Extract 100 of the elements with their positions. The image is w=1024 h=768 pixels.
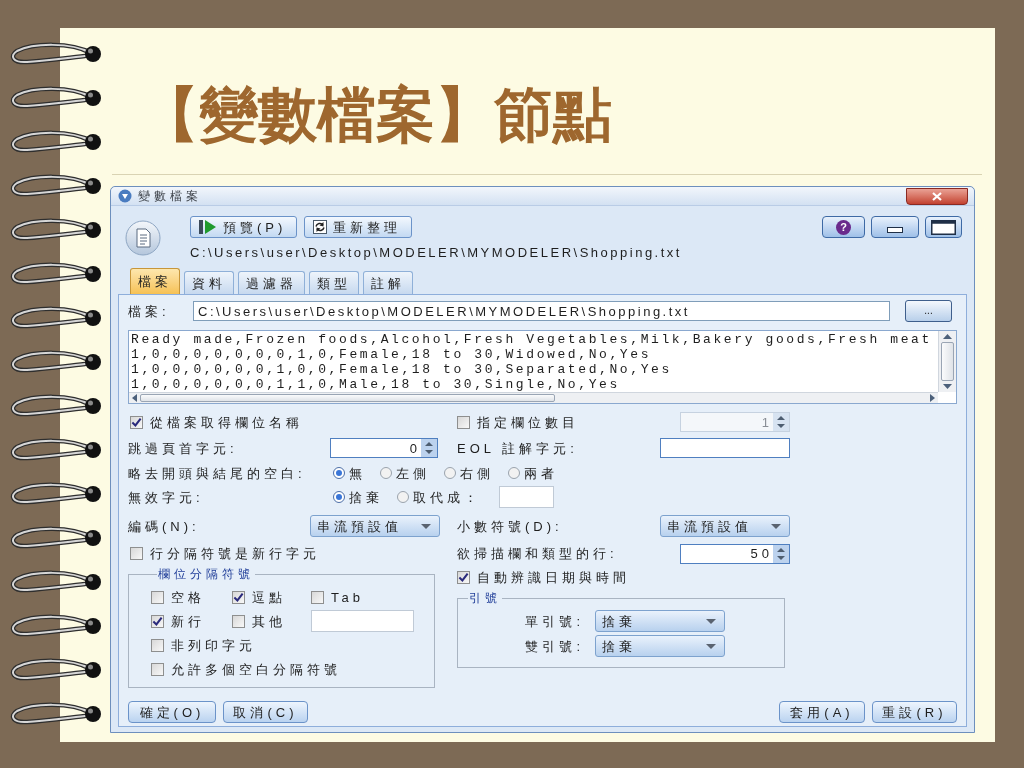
field-label: 編碼(N): bbox=[128, 519, 201, 533]
dropdown[interactable]: 串流預設值 bbox=[310, 515, 440, 537]
scroll-left-arrow-icon[interactable] bbox=[132, 394, 137, 402]
play-icon bbox=[199, 219, 217, 235]
dialog-button[interactable]: 套用(A) bbox=[779, 701, 865, 723]
document-icon bbox=[125, 220, 161, 256]
checkbox[interactable] bbox=[232, 614, 245, 628]
group-title: 引號 bbox=[468, 592, 502, 604]
scroll-right-arrow-icon[interactable] bbox=[930, 394, 935, 402]
window-icon bbox=[118, 189, 132, 203]
checkbox-label: 從檔案取得欄位名稱 bbox=[150, 415, 303, 429]
radio-button[interactable] bbox=[508, 467, 520, 479]
radio-button[interactable] bbox=[397, 491, 409, 503]
group-title: 欄位分隔符號 bbox=[157, 568, 255, 580]
scroll-down-arrow-icon[interactable] bbox=[943, 384, 952, 389]
tab[interactable]: 註解 bbox=[363, 271, 413, 294]
tab[interactable]: 資料 bbox=[184, 271, 234, 294]
text-field[interactable] bbox=[311, 610, 414, 632]
field-label: 檔案: bbox=[128, 304, 171, 318]
field-label: 無效字元: bbox=[128, 490, 205, 504]
caret-icon bbox=[706, 643, 716, 649]
checkbox[interactable] bbox=[151, 590, 164, 604]
text-field[interactable] bbox=[660, 438, 790, 458]
refresh-icon bbox=[313, 220, 328, 234]
radio-label: 捨棄 bbox=[349, 490, 383, 504]
checkbox-label: 指定欄位數目 bbox=[477, 415, 579, 429]
preview-line: Ready made,Frozen foods,Alcohol,Fresh Vegetables,Milk,Bakery goods,Fresh meat bbox=[131, 332, 932, 347]
field-label: 單引號: bbox=[524, 614, 584, 628]
browse-button[interactable]: ... bbox=[905, 300, 952, 322]
radio-button[interactable] bbox=[380, 467, 392, 479]
dialog-button[interactable]: 取消(C) bbox=[223, 701, 308, 723]
checkbox[interactable] bbox=[151, 614, 164, 628]
dialog-button[interactable]: 確定(O) bbox=[128, 701, 216, 723]
window-title: 變數檔案 bbox=[138, 190, 202, 202]
refresh-button[interactable]: 重新整理 bbox=[304, 216, 413, 238]
checkbox-label: 其他 bbox=[252, 614, 286, 628]
up-down-arrows-icon[interactable] bbox=[773, 544, 789, 563]
minimize-icon bbox=[887, 227, 903, 233]
radio-label: 左側 bbox=[396, 466, 430, 480]
vertical-scrollbar[interactable] bbox=[938, 331, 956, 392]
checkbox[interactable] bbox=[151, 662, 164, 676]
up-down-arrows-icon[interactable] bbox=[421, 439, 437, 457]
spinner-field[interactable]: 0 bbox=[330, 438, 438, 458]
dropdown[interactable]: 捨棄 bbox=[595, 610, 725, 632]
radio-label: 兩者 bbox=[524, 466, 558, 480]
help-button[interactable]: ? bbox=[822, 216, 865, 238]
checkbox[interactable] bbox=[151, 638, 164, 652]
dropdown[interactable]: 串流預設值 bbox=[660, 515, 790, 537]
checkbox[interactable] bbox=[457, 415, 470, 429]
scrollbar-thumb[interactable] bbox=[140, 394, 555, 402]
spinner-field[interactable]: 50 bbox=[680, 543, 790, 564]
preview-line: 1,0,0,0,0,0,0,0,1,0,Female,18 to 30,Widowed,No,Yes bbox=[131, 347, 652, 362]
radio-label: 右側 bbox=[460, 466, 494, 480]
caret-icon bbox=[421, 523, 431, 529]
dropdown[interactable]: 捨棄 bbox=[595, 635, 725, 657]
checkbox-label: 逗點 bbox=[252, 590, 286, 604]
checkbox-label: Tab bbox=[331, 590, 364, 604]
checkbox[interactable] bbox=[232, 590, 245, 604]
checkbox[interactable] bbox=[457, 570, 470, 584]
horizontal-scrollbar[interactable] bbox=[129, 392, 938, 403]
minimize-button[interactable] bbox=[871, 216, 919, 238]
field-label: EOL 註解字元: bbox=[457, 441, 579, 455]
checkbox[interactable] bbox=[130, 547, 143, 560]
scroll-up-arrow-icon[interactable] bbox=[943, 334, 952, 339]
maximize-button[interactable] bbox=[925, 216, 962, 238]
preview-line: 1,0,0,0,0,0,0,1,1,0,Male,18 to 30,Single,No,Yes bbox=[131, 377, 620, 392]
checkbox[interactable] bbox=[130, 415, 143, 429]
field-label: 略去開頭與結尾的空白: bbox=[128, 466, 307, 480]
tab[interactable]: 檔案 bbox=[130, 268, 180, 294]
checkbox-label: 自動辨識日期與時間 bbox=[477, 570, 630, 584]
caret-icon bbox=[706, 618, 716, 624]
checkbox[interactable] bbox=[311, 590, 324, 604]
text-field[interactable] bbox=[499, 486, 554, 508]
radio-label: 取代成： bbox=[413, 490, 481, 504]
field-label: 欲掃描欄和類型的行: bbox=[457, 547, 619, 560]
field-label: 跳過頁首字元: bbox=[128, 441, 239, 455]
up-down-arrows-icon[interactable] bbox=[773, 413, 789, 431]
radio-button[interactable] bbox=[333, 467, 345, 479]
tab[interactable]: 過濾器 bbox=[238, 271, 305, 294]
radio-button[interactable] bbox=[333, 491, 345, 503]
tab[interactable]: 類型 bbox=[309, 271, 359, 294]
caret-icon bbox=[771, 523, 781, 529]
file-path-field[interactable]: C:\Users\user\Desktop\MODELER\MYMODELER\Shopping.txt bbox=[193, 301, 890, 321]
radio-label: 無 bbox=[349, 466, 366, 480]
field-label: 小數符號(D): bbox=[457, 519, 564, 533]
scrollbar-thumb[interactable] bbox=[941, 342, 954, 381]
preview-button[interactable]: 預覽(P) bbox=[190, 216, 298, 238]
radio-button[interactable] bbox=[444, 467, 456, 479]
checkbox-label: 非列印字元 bbox=[171, 638, 256, 652]
close-icon bbox=[932, 191, 942, 201]
maximize-icon bbox=[931, 219, 956, 235]
checkbox-label: 空格 bbox=[171, 590, 205, 604]
field-label: 雙引號: bbox=[524, 639, 584, 653]
close-button[interactable] bbox=[906, 187, 968, 205]
preview-line: 1,0,0,0,0,0,0,1,0,0,Female,18 to 30,Separated,No,Yes bbox=[131, 362, 672, 377]
dialog-button[interactable]: 重設(R) bbox=[872, 701, 957, 723]
checkbox-label: 新行 bbox=[171, 614, 205, 628]
checkbox-label: 允許多個空白分隔符號 bbox=[171, 662, 341, 676]
checkbox-label: 行分隔符號是新行字元 bbox=[150, 547, 320, 560]
file-path-text: C:\Users\user\Desktop\MODELER\MYMODELER\Shopping.txt bbox=[190, 246, 682, 259]
